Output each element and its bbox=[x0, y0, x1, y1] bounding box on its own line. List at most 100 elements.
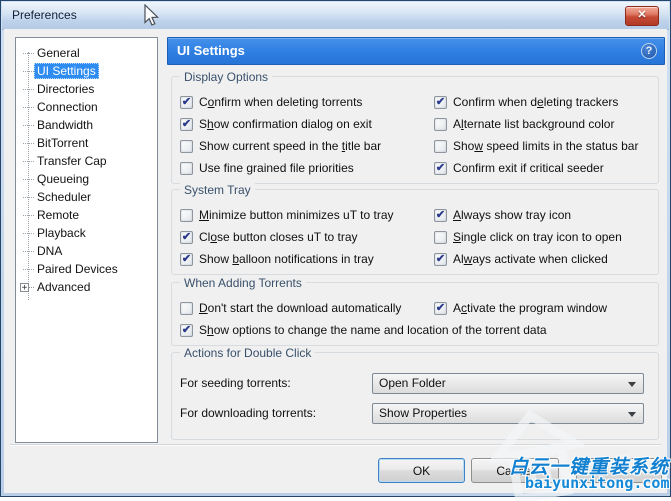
checkbox-activate-the-program-window[interactable]: ✔ Activate the program window bbox=[434, 297, 650, 319]
mouse-cursor bbox=[142, 4, 162, 28]
checkbox-label: Single click on tray icon to open bbox=[453, 230, 622, 244]
checkbox-label: Alternate list background color bbox=[453, 117, 614, 131]
checkbox-always-show-tray-icon[interactable]: ✔Always show tray icon bbox=[434, 204, 650, 226]
tree-connector bbox=[23, 215, 34, 216]
combo-label: For seeding torrents: bbox=[180, 376, 372, 390]
combo-row-for-seeding-torrents: For seeding torrents: Open Folder bbox=[180, 371, 650, 395]
checkbox-unchecked-icon[interactable] bbox=[434, 231, 447, 244]
checkbox-unchecked-icon[interactable] bbox=[180, 162, 193, 175]
sidebar-item-advanced[interactable]: +Advanced bbox=[16, 278, 157, 296]
sidebar-item-playback[interactable]: Playback bbox=[16, 224, 157, 242]
checkbox-checked-icon[interactable]: ✔ bbox=[180, 231, 193, 244]
tree-connector bbox=[23, 161, 34, 162]
ok-button[interactable]: OK bbox=[378, 458, 465, 483]
cancel-button[interactable]: Cancel bbox=[471, 458, 559, 483]
checkbox-show-options-to-change-the-name-and-location-of-the-torrent-data[interactable]: ✔ Show options to change the name and loc… bbox=[180, 319, 650, 341]
dropdown-selected-value: Show Properties bbox=[379, 404, 467, 423]
checkbox-confirm-when-deleting-torrents[interactable]: ✔ Confirm when deleting torrents bbox=[180, 91, 434, 113]
checkbox-single-click-on-tray-icon-to-open[interactable]: Single click on tray icon to open bbox=[434, 226, 650, 248]
checkbox-confirm-when-deleting-trackers[interactable]: ✔ Confirm when deleting trackers bbox=[434, 91, 650, 113]
titlebar[interactable]: Preferences ✕ bbox=[2, 2, 669, 30]
checkbox-unchecked-icon[interactable] bbox=[434, 118, 447, 131]
chevron-down-icon bbox=[628, 382, 636, 387]
checkbox-label: Use fine grained file priorities bbox=[199, 161, 354, 175]
sidebar-item-label: Transfer Cap bbox=[34, 153, 110, 169]
checkbox-unchecked-icon[interactable] bbox=[180, 140, 193, 153]
dropdown-selected-value: Open Folder bbox=[379, 374, 446, 393]
tree-connector bbox=[23, 251, 34, 252]
checkbox-don-t-start-the-download-automatically[interactable]: Don't start the download automatically bbox=[180, 297, 434, 319]
checkbox-label: Confirm when deleting torrents bbox=[199, 95, 362, 109]
checkbox-checked-icon[interactable]: ✔ bbox=[434, 162, 447, 175]
sidebar-item-directories[interactable]: Directories bbox=[16, 80, 157, 98]
tree-connector bbox=[23, 89, 34, 90]
sidebar-item-scheduler[interactable]: Scheduler bbox=[16, 188, 157, 206]
sidebar-item-bittorrent[interactable]: BitTorrent bbox=[16, 134, 157, 152]
checkbox-unchecked-icon[interactable] bbox=[434, 140, 447, 153]
checkbox-checked-icon[interactable]: ✔ bbox=[180, 253, 193, 266]
sidebar-item-bandwidth[interactable]: Bandwidth bbox=[16, 116, 157, 134]
sidebar-item-transfer-cap[interactable]: Transfer Cap bbox=[16, 152, 157, 170]
checkbox-always-activate-when-clicked[interactable]: ✔Always activate when clicked bbox=[434, 248, 650, 270]
group-system-tray: System TrayMinimize button minimizes uT … bbox=[171, 189, 659, 275]
checkbox-minimize-button-minimizes-ut-to-tray[interactable]: Minimize button minimizes uT to tray bbox=[180, 204, 434, 226]
preferences-window: Preferences ✕ General UI SettingsDirector… bbox=[0, 0, 671, 497]
sidebar-item-general[interactable]: General bbox=[16, 44, 157, 62]
group-title: When Adding Torrents bbox=[180, 276, 306, 290]
sidebar-item-label: UI Settings bbox=[34, 63, 99, 79]
checkbox-label: Confirm exit if critical seeder bbox=[453, 161, 604, 175]
combo-label: For downloading torrents: bbox=[180, 406, 372, 420]
dropdown-for-seeding-torrents[interactable]: Open Folder bbox=[372, 373, 644, 394]
checkbox-checked-icon[interactable]: ✔ bbox=[180, 324, 193, 337]
group-display-options: Display Options✔Confirm when deleting to… bbox=[171, 76, 659, 184]
checkbox-checked-icon[interactable]: ✔ bbox=[434, 96, 447, 109]
sidebar-item-queueing[interactable]: Queueing bbox=[16, 170, 157, 188]
checkbox-label: Confirm when deleting trackers bbox=[453, 95, 618, 109]
dropdown-for-downloading-torrents[interactable]: Show Properties bbox=[372, 403, 644, 424]
help-icon[interactable]: ? bbox=[641, 43, 657, 59]
sidebar-item-label: Scheduler bbox=[34, 189, 94, 205]
checkbox-show-confirmation-dialog-on-exit[interactable]: ✔ Show confirmation dialog on exit bbox=[180, 113, 434, 135]
checkbox-label: Show options to change the name and loca… bbox=[199, 323, 547, 337]
partially-hidden-button[interactable] bbox=[576, 458, 662, 483]
sidebar-item-paired-devices[interactable]: Paired Devices bbox=[16, 260, 157, 278]
tree-connector bbox=[23, 179, 34, 180]
tree-connector bbox=[23, 143, 34, 144]
sidebar-item-ui-settings[interactable]: UI Settings bbox=[16, 62, 157, 80]
checkbox-label: Don't start the download automatically bbox=[199, 301, 401, 315]
sidebar-item-label: Paired Devices bbox=[34, 261, 121, 277]
checkbox-show-speed-limits-in-the-status-bar[interactable]: Show speed limits in the status bar bbox=[434, 135, 650, 157]
page-header: UI Settings ? bbox=[167, 37, 665, 65]
checkbox-label: Activate the program window bbox=[453, 301, 607, 315]
button-row-separator bbox=[10, 444, 661, 446]
checkbox-show-current-speed-in-the-title-bar[interactable]: Show current speed in the title bar bbox=[180, 135, 434, 157]
group-when-adding-torrents: When Adding TorrentsDon't start the down… bbox=[171, 282, 659, 346]
checkbox-unchecked-icon[interactable] bbox=[180, 302, 193, 315]
checkbox-label: Show confirmation dialog on exit bbox=[199, 117, 372, 131]
expand-plus-icon[interactable]: + bbox=[23, 287, 34, 288]
sidebar-item-remote[interactable]: Remote bbox=[16, 206, 157, 224]
group-title: Actions for Double Click bbox=[180, 346, 315, 360]
tree-connector bbox=[23, 71, 34, 72]
question-mark: ? bbox=[646, 45, 653, 57]
sidebar-item-connection[interactable]: Connection bbox=[16, 98, 157, 116]
checkbox-unchecked-icon[interactable] bbox=[180, 209, 193, 222]
sidebar-item-label: Connection bbox=[34, 99, 101, 115]
checkbox-checked-icon[interactable]: ✔ bbox=[180, 118, 193, 131]
checkbox-alternate-list-background-color[interactable]: Alternate list background color bbox=[434, 113, 650, 135]
checkbox-close-button-closes-ut-to-tray[interactable]: ✔Close button closes uT to tray bbox=[180, 226, 434, 248]
checkbox-checked-icon[interactable]: ✔ bbox=[180, 96, 193, 109]
sidebar-item-dna[interactable]: DNA bbox=[16, 242, 157, 260]
sidebar-item-label: Playback bbox=[34, 225, 89, 241]
tree-connector bbox=[23, 53, 34, 54]
checkbox-confirm-exit-if-critical-seeder[interactable]: ✔ Confirm exit if critical seeder bbox=[434, 157, 650, 179]
checkbox-checked-icon[interactable]: ✔ bbox=[434, 253, 447, 266]
sidebar-item-label: DNA bbox=[34, 243, 65, 259]
checkbox-show-balloon-notifications-in-tray[interactable]: ✔Show balloon notifications in tray bbox=[180, 248, 434, 270]
close-button[interactable]: ✕ bbox=[625, 6, 659, 26]
checkbox-checked-icon[interactable]: ✔ bbox=[434, 302, 447, 315]
checkbox-checked-icon[interactable]: ✔ bbox=[434, 209, 447, 222]
checkbox-use-fine-grained-file-priorities[interactable]: Use fine grained file priorities bbox=[180, 157, 434, 179]
sidebar-item-label: General bbox=[34, 45, 83, 61]
chevron-down-icon bbox=[628, 412, 636, 417]
